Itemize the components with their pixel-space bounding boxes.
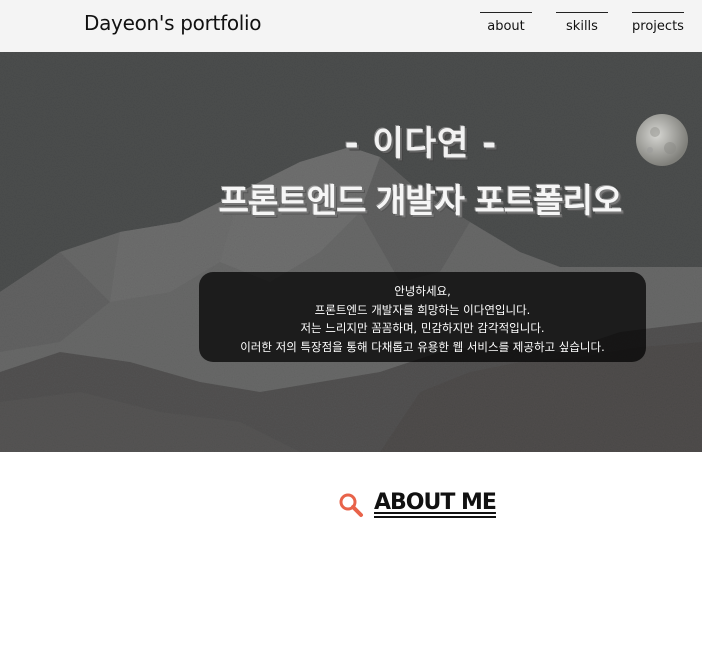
intro-line: 안녕하세요,	[394, 284, 451, 298]
site-header: Dayeon's portfolio about skills projects	[0, 0, 702, 52]
nav-projects[interactable]: projects	[632, 12, 684, 38]
mountain-background-image	[0, 52, 702, 452]
nav-skills[interactable]: skills	[556, 12, 608, 38]
hero-name: - 이다연 -	[344, 124, 498, 164]
intro-line: 저는 느리지만 꼼꼼하며, 민감하지만 감각적입니다.	[300, 321, 545, 335]
intro-text-box: 안녕하세요, 프론트엔드 개발자를 희망하는 이다연입니다. 저는 느리지만 꼼…	[199, 272, 646, 362]
about-title: ABOUT ME	[374, 490, 497, 518]
search-icon	[338, 492, 364, 522]
hero-subtitle: 프론트엔드 개발자 포트폴리오	[218, 181, 623, 220]
intro-line: 프론트엔드 개발자를 희망하는 이다연입니다.	[314, 302, 531, 317]
site-title[interactable]: Dayeon's portfolio	[84, 11, 262, 35]
intro-line: 이러한 저의 특장점을 통해 다채롭고 유용한 웹 서비스를 제공하고 싶습니다…	[240, 339, 605, 354]
nav-about[interactable]: about	[480, 12, 532, 38]
hero-banner: - 이다연 - 프론트엔드 개발자 포트폴리오 안녕하세요, 프론트엔드 개발자…	[0, 52, 702, 452]
